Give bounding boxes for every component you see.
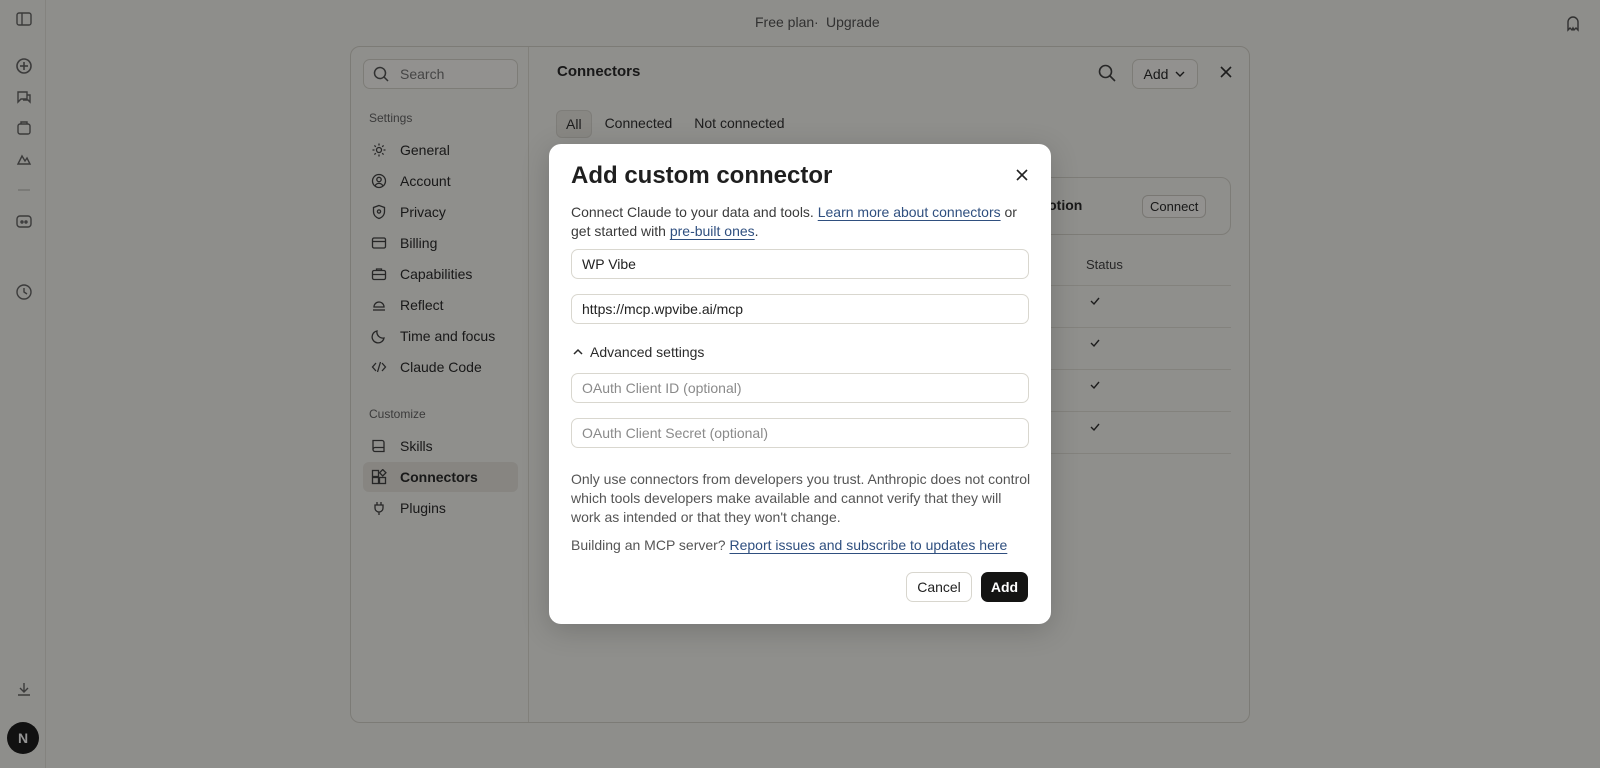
mcp-server-note: Building an MCP server? Report issues an… bbox=[571, 537, 1007, 553]
connector-name-field[interactable] bbox=[571, 249, 1029, 279]
add-button[interactable]: Add bbox=[981, 572, 1028, 602]
dialog-description: Connect Claude to your data and tools. L… bbox=[571, 203, 1033, 241]
desc-text: . bbox=[754, 223, 759, 239]
trust-warning: Only use connectors from developers you … bbox=[571, 471, 1031, 525]
pre-built-link[interactable]: pre-built ones bbox=[670, 223, 755, 239]
connector-url-field[interactable] bbox=[571, 294, 1029, 324]
advanced-settings-toggle[interactable]: Advanced settings bbox=[571, 344, 704, 360]
cancel-button[interactable]: Cancel bbox=[906, 572, 972, 602]
oauth-client-secret-field[interactable] bbox=[571, 418, 1029, 448]
dialog-title: Add custom connector bbox=[571, 162, 833, 189]
oauth-client-id-field[interactable] bbox=[571, 373, 1029, 403]
learn-more-link[interactable]: Learn more about connectors bbox=[818, 204, 1001, 220]
mcp-text: Building an MCP server? bbox=[571, 537, 730, 553]
add-custom-connector-dialog: Add custom connector Connect Claude to y… bbox=[549, 144, 1051, 624]
chevron-up-icon bbox=[573, 348, 583, 355]
close-icon[interactable] bbox=[1015, 168, 1029, 182]
report-issues-link[interactable]: Report issues and subscribe to updates h… bbox=[729, 537, 1007, 553]
desc-text: Connect Claude to your data and tools. bbox=[571, 204, 818, 220]
advanced-settings-label: Advanced settings bbox=[590, 344, 705, 360]
